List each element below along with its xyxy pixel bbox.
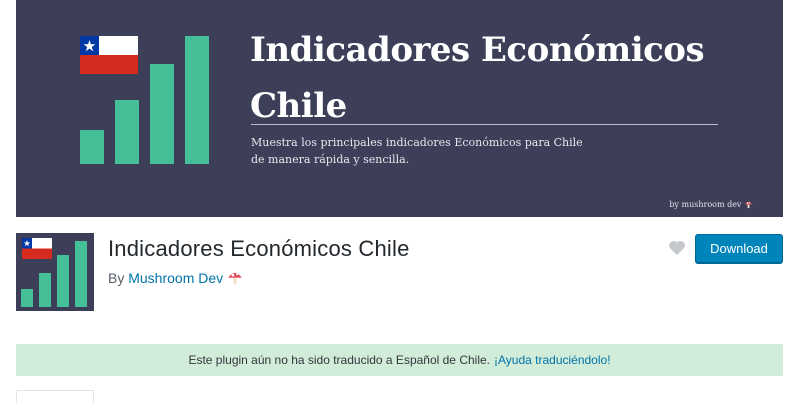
mushroom-icon xyxy=(228,272,242,285)
mushroom-icon xyxy=(744,201,753,209)
banner-divider xyxy=(251,124,718,125)
chile-flag-icon xyxy=(80,36,138,74)
icon-bar-1 xyxy=(21,289,33,307)
author-prefix: By xyxy=(108,270,125,286)
banner-title-line1: Indicadores Económicos xyxy=(250,30,705,70)
translation-notice: Este plugin aún no ha sido traducido a E… xyxy=(16,344,783,376)
banner-title: Indicadores Económicos Chile xyxy=(250,22,770,134)
plugin-author: By Mushroom Dev xyxy=(108,270,243,286)
download-button[interactable]: Download xyxy=(695,234,783,263)
banner-bar-4 xyxy=(185,36,209,164)
banner-credit: by mushroom dev xyxy=(669,200,753,209)
chile-flag-icon xyxy=(22,238,52,259)
author-link[interactable]: Mushroom Dev xyxy=(128,270,223,286)
banner-bar-3 xyxy=(150,64,174,164)
notice-help-link[interactable]: ¡Ayuda traduciéndolo! xyxy=(494,353,611,367)
notice-text: Este plugin aún no ha sido traducido a E… xyxy=(188,353,490,367)
banner-bar-2 xyxy=(115,100,139,164)
icon-bar-4 xyxy=(75,241,87,307)
banner-bar-1 xyxy=(80,130,104,164)
plugin-title: Indicadores Económicos Chile xyxy=(108,236,410,261)
banner-description-line2: de manera rápida y sencilla. xyxy=(251,153,410,166)
icon-bar-3 xyxy=(57,255,69,307)
chile-flag-bar-chart-icon xyxy=(16,233,94,311)
tab-partial[interactable] xyxy=(16,390,94,403)
plugin-banner: Indicadores Económicos Chile Muestra los… xyxy=(16,0,783,217)
banner-credit-text: by mushroom dev xyxy=(669,200,742,209)
icon-bar-2 xyxy=(39,273,51,307)
heart-icon[interactable] xyxy=(668,240,686,256)
banner-description: Muestra los principales indicadores Econ… xyxy=(251,134,631,168)
banner-description-line1: Muestra los principales indicadores Econ… xyxy=(251,136,583,149)
banner-title-line2: Chile xyxy=(250,86,347,126)
